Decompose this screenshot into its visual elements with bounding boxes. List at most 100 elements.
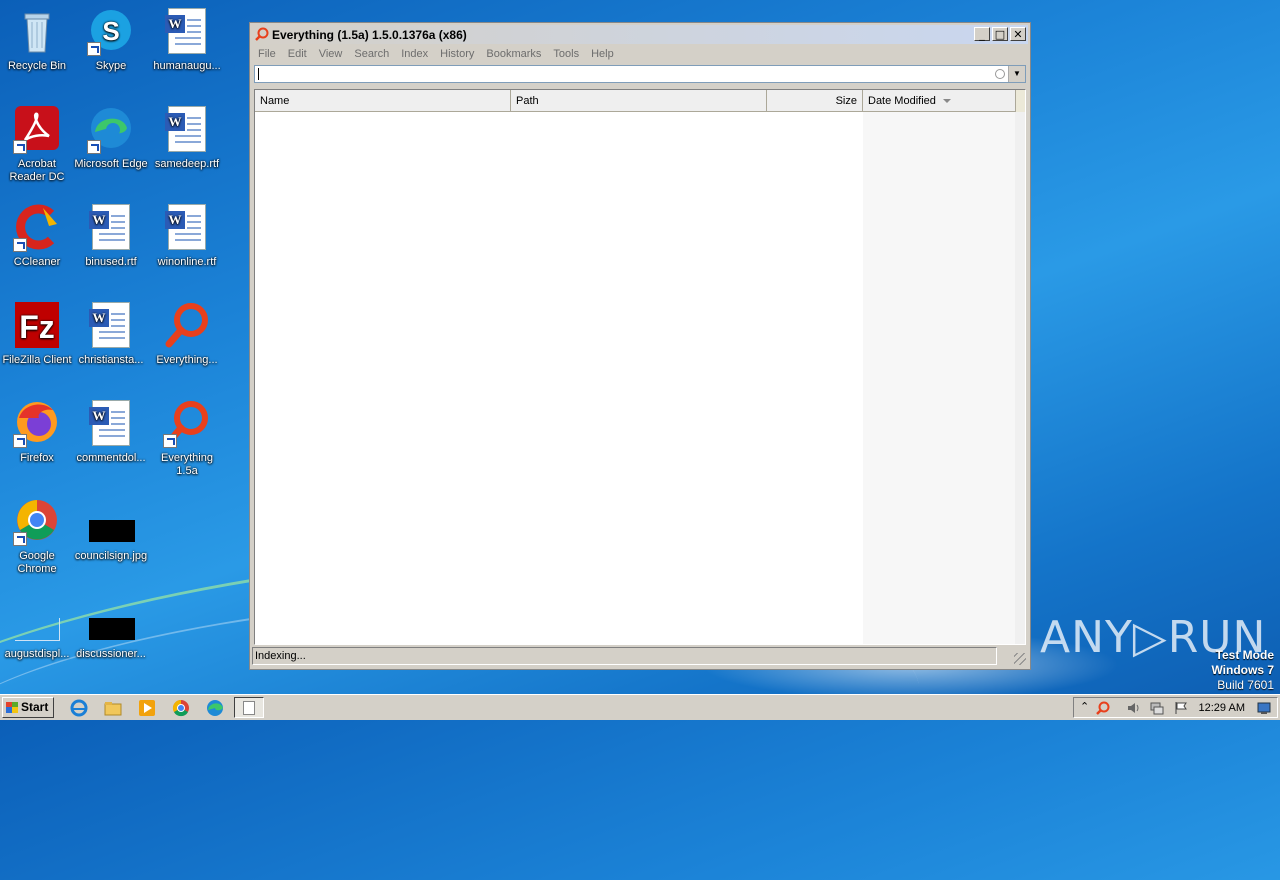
show-hidden-icons-button[interactable]: ⌃ — [1080, 700, 1089, 713]
word-document-icon: W — [163, 106, 211, 154]
desktop-icon-ccleaner[interactable]: CCleaner — [0, 204, 74, 269]
menu-search[interactable]: Search — [348, 45, 395, 64]
show-desktop-icon[interactable] — [1257, 701, 1271, 715]
menu-index[interactable]: Index — [395, 45, 434, 64]
close-button[interactable]: ✕ — [1010, 27, 1026, 41]
column-header-name[interactable]: Name — [255, 90, 511, 112]
menu-view[interactable]: View — [313, 45, 349, 64]
firefox-icon — [13, 400, 61, 448]
menu-history[interactable]: History — [434, 45, 480, 64]
desktop-icon-label: FileZilla Client — [2, 354, 72, 366]
desktop-icon-discussioner[interactable]: discussioner... — [74, 596, 148, 661]
desktop-icon-humanaugu[interactable]: W humanaugu... — [150, 8, 224, 73]
column-header-size[interactable]: Size — [767, 90, 863, 112]
system-tray: ⌃ 12:29 AM — [1073, 697, 1278, 718]
start-button[interactable]: Start — [2, 697, 54, 718]
filezilla-icon: Fz — [13, 302, 61, 350]
text-caret — [258, 68, 259, 80]
results-list[interactable]: Name Path Size Date Modified — [254, 89, 1026, 645]
build-label: Build 7601 — [1217, 678, 1274, 692]
menu-help[interactable]: Help — [585, 45, 620, 64]
resize-grip-icon[interactable] — [1014, 653, 1026, 665]
maximize-button[interactable]: □ — [992, 27, 1008, 41]
desktop-icon-label: christiansta... — [78, 354, 144, 366]
search-history-dropdown-button[interactable]: ▼ — [1008, 66, 1025, 82]
desktop-icon-label: Google Chrome — [17, 550, 57, 575]
desktop-icon-commentdol[interactable]: W commentdol... — [74, 400, 148, 465]
menu-file[interactable]: File — [252, 45, 282, 64]
desktop-icon-winonline[interactable]: W winonline.rtf — [150, 204, 224, 269]
image-file-icon — [87, 596, 135, 644]
network-icon[interactable] — [1150, 701, 1164, 715]
desktop-icon-label: discussioner... — [76, 648, 146, 660]
desktop-icon-skype[interactable]: S Skype — [74, 8, 148, 73]
desktop-icon-label: Skype — [95, 60, 127, 72]
volume-icon[interactable] — [1126, 701, 1140, 715]
desktop-icon-label: winonline.rtf — [157, 256, 217, 268]
desktop-icon-filezilla[interactable]: Fz FileZilla Client — [0, 302, 74, 367]
edge-taskbar-icon[interactable] — [206, 699, 224, 717]
internet-explorer-icon[interactable] — [70, 699, 88, 717]
everything-tray-icon[interactable] — [1096, 701, 1110, 715]
shortcut-arrow-icon — [87, 42, 101, 56]
taskbar-clock[interactable]: 12:29 AM — [1199, 702, 1245, 714]
everything-icon — [255, 27, 269, 41]
chrome-icon — [13, 498, 61, 546]
desktop-icon-label: Acrobat Reader DC — [9, 158, 65, 183]
sort-descending-icon — [943, 99, 951, 103]
desktop-icon-edge[interactable]: Microsoft Edge — [74, 106, 148, 171]
everything-window[interactable]: Everything (1.5a) 1.5.0.1376a (x86) _ □ … — [249, 22, 1031, 670]
column-header-path[interactable]: Path — [511, 90, 767, 112]
desktop-icon-recycle-bin[interactable]: Recycle Bin — [0, 8, 74, 73]
test-mode-label: Test Mode — [1215, 648, 1274, 662]
desktop-icon-binused[interactable]: W binused.rtf — [74, 204, 148, 269]
desktop-icon-label: Everything... — [156, 354, 218, 366]
menu-bookmarks[interactable]: Bookmarks — [480, 45, 547, 64]
column-header-date-label: Date Modified — [868, 95, 936, 107]
search-icon — [995, 69, 1005, 79]
search-input[interactable]: ▼ — [254, 65, 1026, 83]
desktop-icon-firefox[interactable]: Firefox — [0, 400, 74, 465]
word-document-icon: W — [87, 204, 135, 252]
test-mode-watermark: Test Mode Windows 7 Build 7601 — [1211, 648, 1274, 693]
window-title: Everything (1.5a) 1.5.0.1376a (x86) — [272, 28, 467, 42]
taskbar-everything-window-button[interactable] — [234, 697, 264, 718]
desktop-icon-christiansta[interactable]: W christiansta... — [74, 302, 148, 367]
image-file-icon — [13, 596, 61, 644]
svg-text:Fz: Fz — [19, 309, 55, 345]
desktop-icon-everything-15a[interactable]: Everything 1.5a — [150, 400, 224, 478]
action-center-flag-icon[interactable] — [1174, 701, 1188, 715]
menu-tools[interactable]: Tools — [547, 45, 585, 64]
windows-logo-icon — [6, 702, 18, 713]
shortcut-arrow-icon — [87, 140, 101, 154]
everything-icon — [163, 302, 211, 350]
desktop-icon-label: augustdispl... — [4, 648, 70, 660]
menu-bar: File Edit View Search Index History Book… — [252, 45, 1028, 64]
everything-icon — [163, 400, 211, 448]
desktop-icon-everything[interactable]: Everything... — [150, 302, 224, 367]
chrome-taskbar-icon[interactable] — [172, 699, 190, 717]
desktop-icon-councilsign[interactable]: councilsign.jpg — [74, 498, 148, 563]
column-header-date-modified[interactable]: Date Modified — [863, 90, 1016, 112]
file-explorer-icon[interactable] — [104, 699, 122, 717]
desktop-icon-augustdispl[interactable]: augustdispl... — [0, 596, 74, 661]
minimize-button[interactable]: _ — [974, 27, 990, 41]
shortcut-arrow-icon — [13, 140, 27, 154]
word-document-icon: W — [163, 204, 211, 252]
shortcut-arrow-icon — [13, 434, 27, 448]
word-document-icon: W — [87, 302, 135, 350]
title-bar[interactable]: Everything (1.5a) 1.5.0.1376a (x86) _ □ … — [252, 25, 1028, 44]
menu-edit[interactable]: Edit — [282, 45, 313, 64]
word-document-icon: W — [163, 8, 211, 56]
image-file-icon — [87, 498, 135, 546]
vertical-scrollbar[interactable] — [1015, 112, 1025, 644]
desktop-icon-samedeep[interactable]: W samedeep.rtf — [150, 106, 224, 171]
skype-icon: S — [87, 8, 135, 56]
shortcut-arrow-icon — [13, 532, 27, 546]
recycle-bin-icon — [13, 8, 61, 56]
desktop-icon-label: Everything 1.5a — [161, 452, 213, 477]
media-player-icon[interactable] — [138, 699, 156, 717]
desktop-icon-acrobat[interactable]: Acrobat Reader DC — [0, 106, 74, 184]
acrobat-icon — [13, 106, 61, 154]
desktop-icon-chrome[interactable]: Google Chrome — [0, 498, 74, 576]
